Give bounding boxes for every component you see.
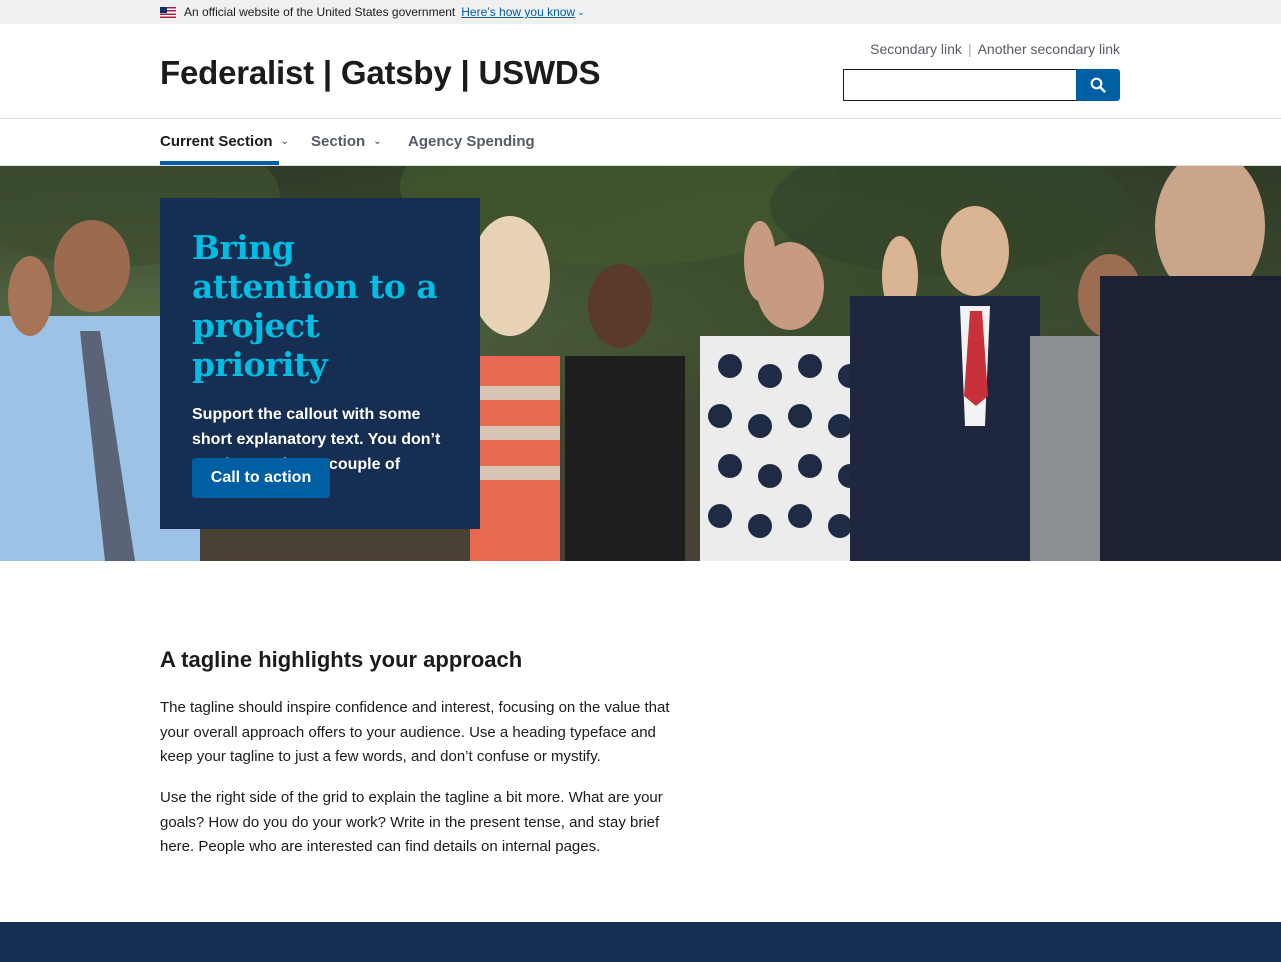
search-form	[843, 69, 1120, 101]
chevron-down-icon: ⌄	[373, 136, 382, 147]
site-header: Federalist | Gatsby | USWDS Secondary li…	[0, 24, 1281, 119]
gov-banner: An official website of the United States…	[0, 0, 1281, 24]
divider: |	[967, 41, 972, 57]
nav-item-current-section[interactable]: Current Section ⌄	[160, 133, 289, 150]
nav-item-label: Section	[311, 133, 366, 150]
primary-nav: Current Section ⌄ Section ⌄ Agency Spend…	[0, 119, 1281, 166]
secondary-link-1[interactable]: Secondary link	[870, 41, 962, 57]
chevron-down-icon[interactable]: ⌄	[577, 7, 585, 18]
current-nav-indicator	[160, 161, 279, 165]
secondary-link-2[interactable]: Another secondary link	[978, 41, 1120, 57]
search-button[interactable]	[1076, 69, 1120, 101]
us-flag-icon	[160, 6, 176, 18]
hero-callout: Bring attention to a project priority Su…	[160, 198, 480, 529]
secondary-links: Secondary link | Another secondary link	[870, 41, 1120, 57]
hero-heading: Bring attention to a project priority	[192, 228, 438, 384]
tagline-heading: A tagline highlights your approach	[160, 647, 523, 672]
nav-item-section[interactable]: Section ⌄	[311, 133, 382, 150]
nav-item-label: Current Section	[160, 133, 273, 150]
chevron-down-icon: ⌄	[280, 136, 289, 147]
tagline-paragraph-1: The tagline should inspire confidence an…	[160, 699, 670, 765]
nav-item-label: Agency Spending	[408, 133, 535, 150]
search-input[interactable]	[843, 69, 1076, 101]
search-icon	[1090, 77, 1106, 93]
nav-item-agency-spending[interactable]: Agency Spending	[408, 133, 535, 150]
hero: Bring attention to a project priority Su…	[0, 166, 1281, 561]
gov-banner-link[interactable]: Here’s how you know	[461, 5, 575, 19]
tagline-paragraph-2: Use the right side of the grid to explai…	[160, 789, 663, 855]
site-title[interactable]: Federalist | Gatsby | USWDS	[160, 54, 601, 92]
footer-band	[0, 922, 1281, 962]
call-to-action-button[interactable]: Call to action	[192, 458, 330, 498]
gov-banner-text: An official website of the United States…	[184, 5, 456, 19]
